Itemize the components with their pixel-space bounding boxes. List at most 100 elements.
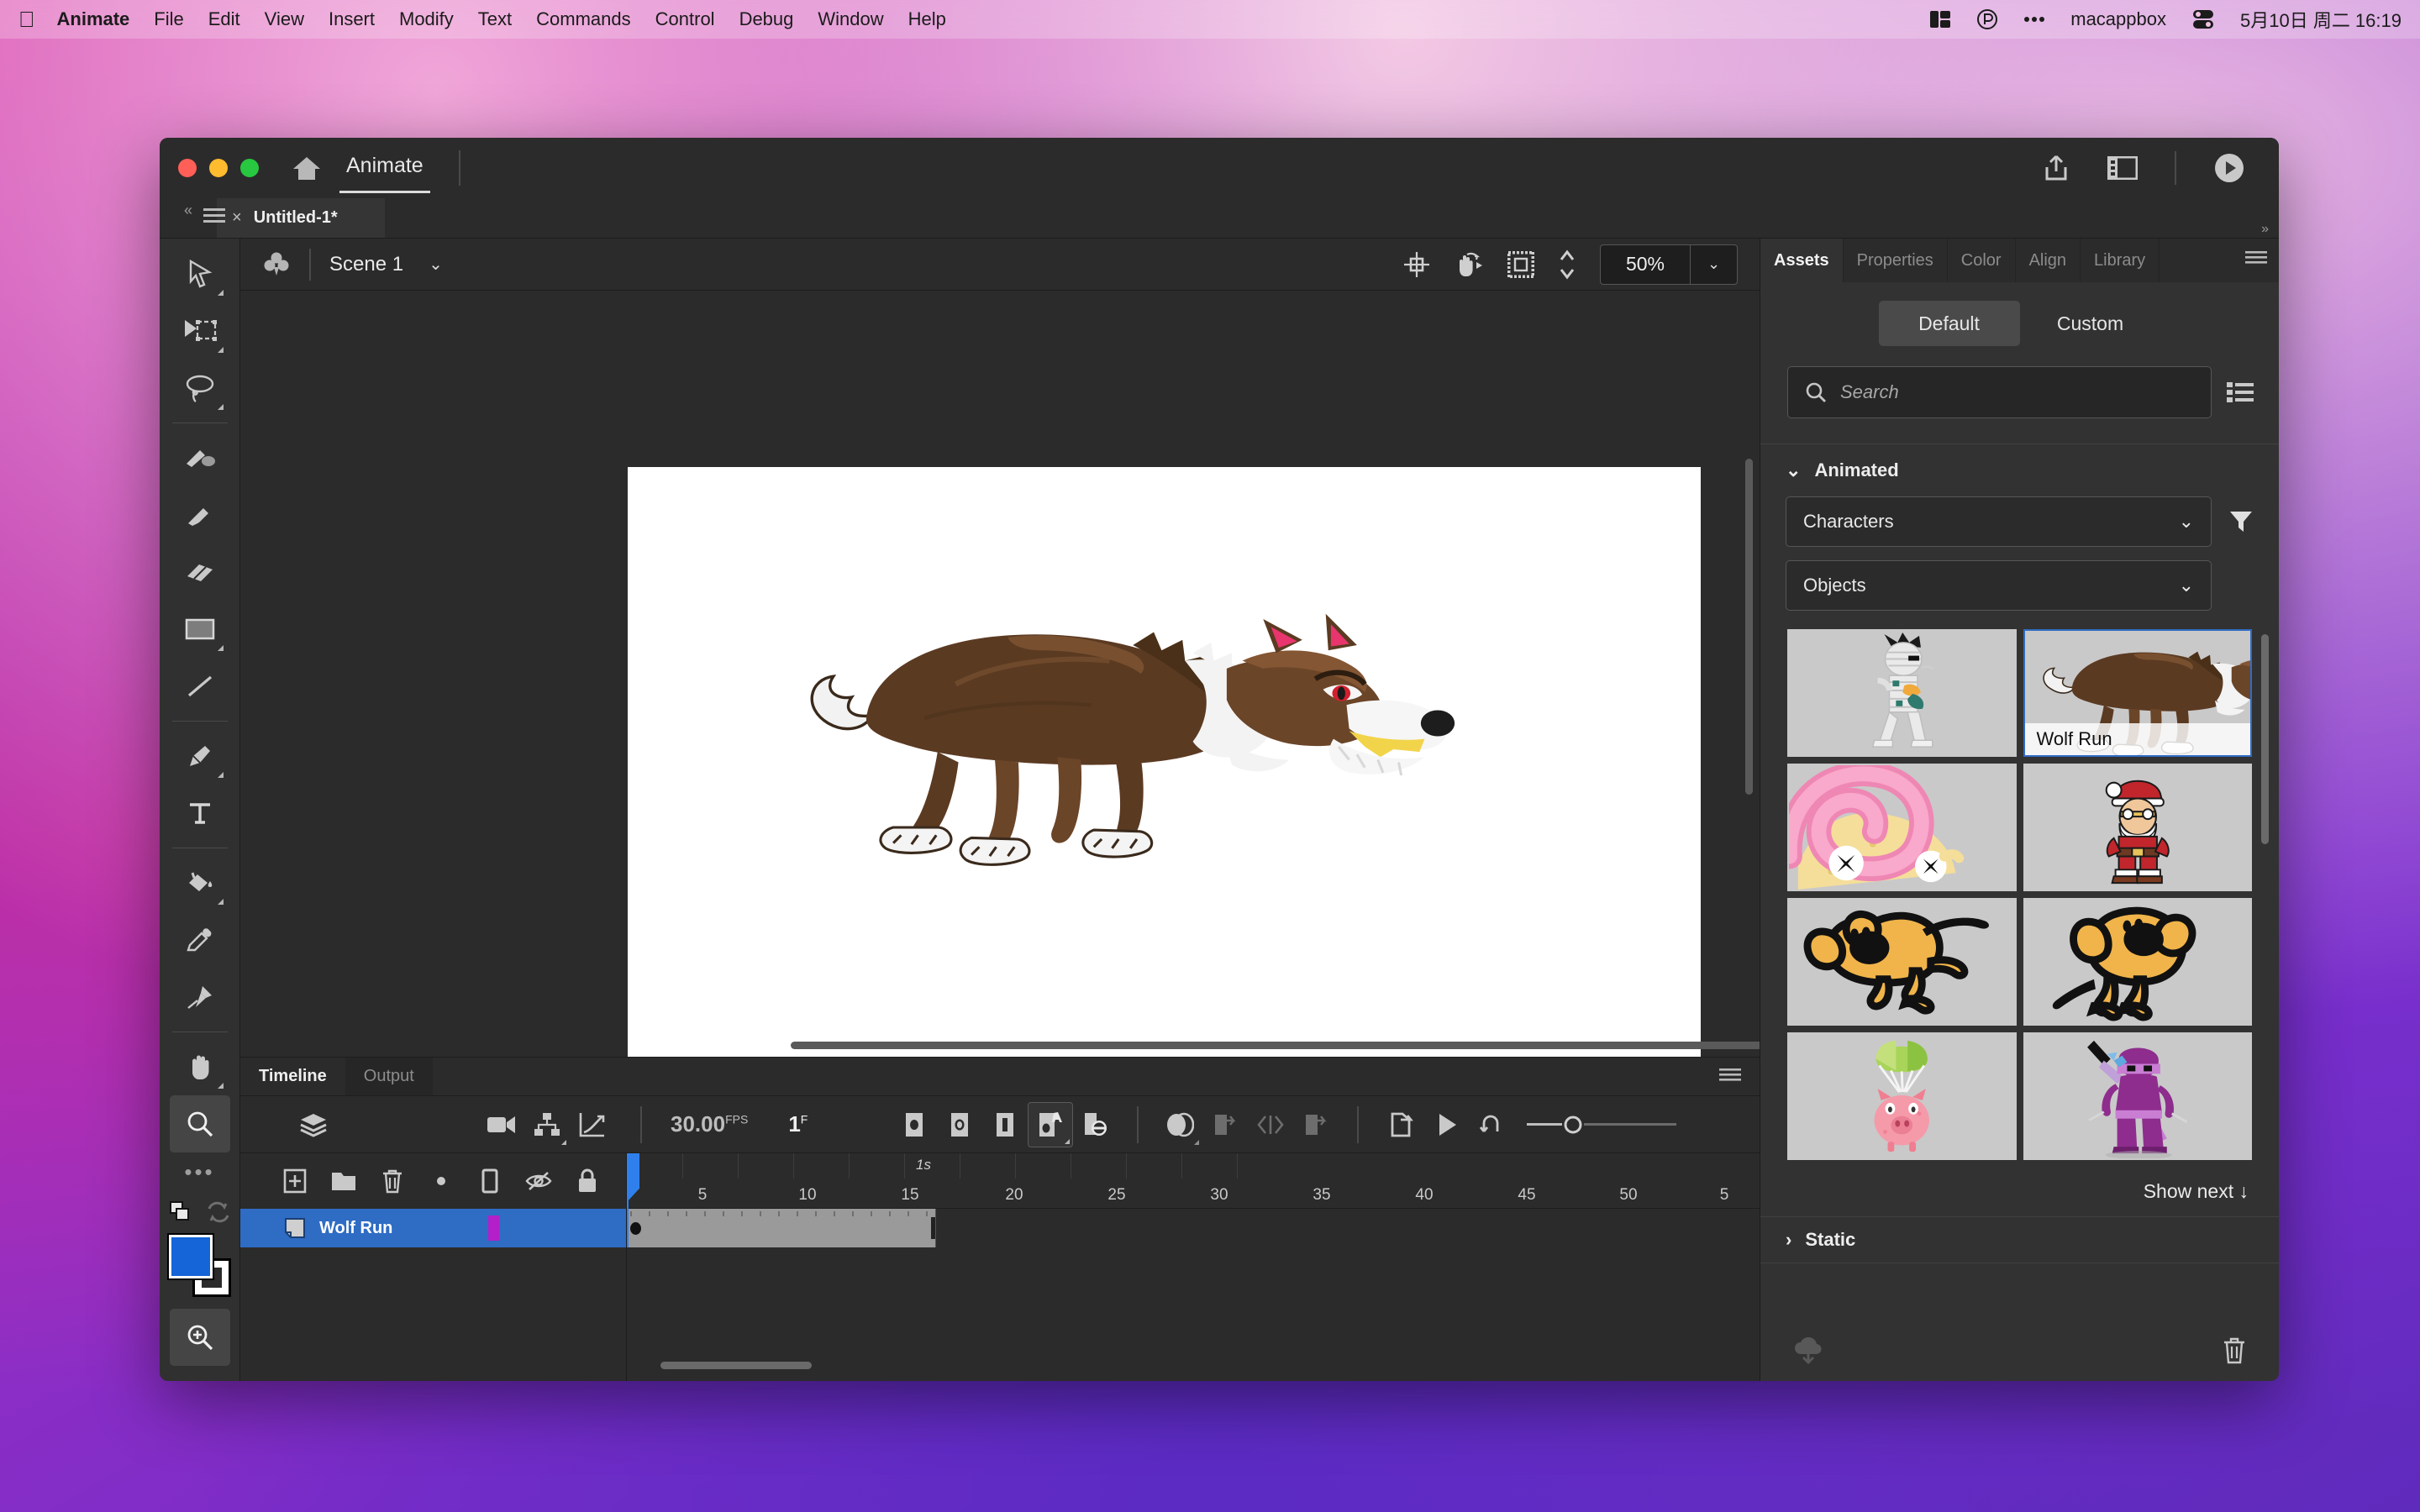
asset-thumbnail-mummy[interactable] [1787,629,2017,757]
rectangle-tool[interactable] [170,601,230,658]
asset-thumbnail-pig[interactable] [1787,1032,2017,1160]
swap-colors-icon[interactable] [169,1200,197,1224]
frames-strip[interactable] [627,1209,1760,1247]
scene-selector-label[interactable]: Scene 1 [329,253,403,276]
menu-item-view[interactable]: View [265,8,304,30]
chevron-down-icon[interactable]: ⌄ [1786,459,1801,481]
menu-item-modify[interactable]: Modify [399,8,454,30]
search-input[interactable] [1840,381,2194,403]
asset-grid-scrollbar[interactable] [2261,634,2269,844]
hide-layer-icon[interactable] [514,1159,563,1203]
stage-area[interactable] [240,291,1760,1057]
zoom-level-field[interactable]: 50% ⌄ [1600,244,1738,285]
line-tool[interactable] [170,658,230,715]
layer-stack-icon[interactable] [291,1102,336,1147]
pin-tool[interactable] [170,969,230,1026]
camera-tool-icon[interactable] [479,1102,524,1147]
filter-funnel-icon[interactable] [2228,509,2254,534]
layer-parenting-icon[interactable] [524,1102,570,1147]
reset-colors-icon[interactable] [206,1201,231,1223]
menu-item-help[interactable]: Help [908,8,946,30]
brush-tool[interactable] [170,429,230,486]
center-stage-icon[interactable] [1403,251,1430,278]
fps-value[interactable]: 30.00FPS [671,1111,748,1137]
rotate-hand-icon[interactable] [1454,251,1484,278]
asset-thumbnail-dog-sit[interactable] [2023,898,2252,1026]
frame-zoom-slider[interactable] [1527,1114,1677,1136]
chevron-right-icon[interactable]: › [1786,1229,1791,1251]
menu-item-debug[interactable]: Debug [739,8,794,30]
category-dropdown[interactable]: Characters ⌄ [1786,496,2212,547]
ellipsis-icon[interactable] [2023,16,2045,23]
shield-p-icon[interactable] [1976,8,1998,30]
document-tab-untitled-1[interactable]: × Untitled-1* [217,198,385,238]
menubar-username[interactable]: macappbox [2070,8,2166,30]
canvas-stage[interactable] [628,467,1701,1057]
cloud-download-icon[interactable] [1792,1337,1824,1364]
insert-blank-keyframe-icon[interactable] [937,1102,982,1147]
frame-span[interactable] [627,1209,936,1247]
panel-options-icon[interactable] [2245,250,2267,265]
eyedropper-tool[interactable] [170,911,230,969]
home-icon[interactable] [292,155,321,181]
free-transform-tool[interactable] [170,302,230,360]
close-window-button[interactable] [178,159,197,177]
app-tab-animate[interactable]: Animate [339,154,430,193]
play-icon[interactable] [1424,1102,1470,1147]
export-icon[interactable] [1379,1102,1424,1147]
timeline-horizontal-scrollbar[interactable] [660,1362,812,1369]
outline-layer-icon[interactable] [466,1159,514,1203]
menubar-clock[interactable]: 5月10日 周二 16:19 [2240,6,2402,33]
timeline-ruler[interactable]: 1s 5 10 15 20 25 30 35 40 45 50 5 [627,1153,1760,1209]
asset-thumbnail-dog-run[interactable] [1787,898,2017,1026]
menu-item-window[interactable]: Window [818,8,883,30]
control-center-icon[interactable] [1929,10,1951,29]
segment-default[interactable]: Default [1878,301,2020,346]
menu-item-commands[interactable]: Commands [536,8,630,30]
tab-timeline[interactable]: Timeline [240,1058,345,1095]
stage-vertical-scrollbar[interactable] [1745,459,1753,795]
scene-club-icon[interactable] [262,250,291,279]
segment-custom[interactable]: Custom [2020,301,2161,346]
menu-item-control[interactable]: Control [655,8,715,30]
keyframe-marker[interactable] [630,1222,641,1235]
wolf-run-artwork[interactable] [628,467,1701,1057]
onion-skin-outlines-icon[interactable] [1202,1102,1248,1147]
lasso-tool[interactable] [170,360,230,417]
expand-panel-icon[interactable]: » [2261,222,2269,237]
tab-properties[interactable]: Properties [1844,239,1948,282]
section-header-animated[interactable]: ⌄ Animated [1760,451,2279,490]
playhead[interactable] [627,1153,639,1247]
fill-stroke-swatch[interactable] [166,1233,231,1297]
stage-horizontal-scrollbar[interactable] [791,1042,1760,1049]
timeline-menu-icon[interactable] [1719,1068,1741,1083]
eraser-tool[interactable] [170,543,230,601]
remove-tween-icon[interactable] [1073,1102,1118,1147]
battery-icon[interactable] [2191,9,2215,29]
zoom-dropdown-icon[interactable]: ⌄ [1690,244,1737,284]
new-layer-icon[interactable] [271,1159,319,1203]
collapse-left-panel-icon[interactable]: « [184,202,192,219]
text-tool[interactable] [170,785,230,842]
tab-color[interactable]: Color [1948,239,2016,282]
hand-tool[interactable] [170,1038,230,1095]
asset-thumbnail-santa[interactable] [2023,764,2252,891]
show-next-button[interactable]: Show next ↓ [1760,1160,2279,1216]
menu-item-text[interactable]: Text [478,8,512,30]
fill-color-swatch[interactable] [166,1233,214,1280]
workspace-layout-icon[interactable] [2107,156,2138,180]
menu-item-edit[interactable]: Edit [208,8,240,30]
chevron-down-icon[interactable]: ⌄ [429,254,443,275]
pen-tool[interactable] [170,727,230,785]
search-input-wrapper[interactable] [1787,366,2212,418]
tab-align[interactable]: Align [2016,239,2081,282]
paint-bucket-tool[interactable] [170,854,230,911]
menu-item-animate[interactable]: Animate [57,8,130,30]
paintbrush-tool[interactable] [170,486,230,543]
clip-content-icon[interactable] [1507,250,1534,278]
create-classic-tween-icon[interactable] [1028,1101,1074,1147]
menu-item-insert[interactable]: Insert [329,8,375,30]
onion-skin-icon[interactable] [1157,1102,1202,1147]
graph-editor-icon[interactable] [570,1102,615,1147]
menu-item-file[interactable]: File [154,8,183,30]
